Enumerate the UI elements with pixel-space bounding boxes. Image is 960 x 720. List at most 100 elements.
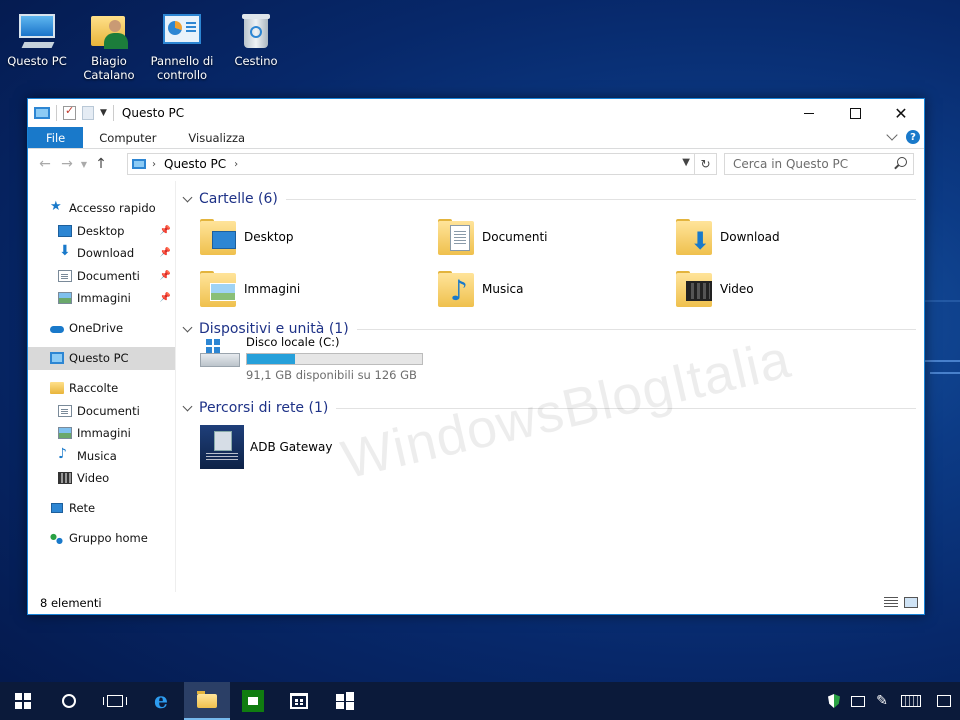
windows-app-button[interactable] bbox=[322, 682, 368, 720]
tab-view[interactable]: Visualizza bbox=[172, 127, 261, 148]
store-app-button[interactable] bbox=[230, 682, 276, 720]
sidebar-item-network[interactable]: Rete bbox=[28, 497, 175, 520]
music-folder-icon: ♪ bbox=[436, 269, 478, 309]
pin-icon[interactable]: 📌 bbox=[160, 226, 171, 236]
large-icons-view-icon[interactable] bbox=[904, 597, 918, 608]
details-view-icon[interactable] bbox=[884, 597, 898, 608]
properties-icon[interactable] bbox=[63, 104, 76, 120]
content-pane: Cartelle (6) Desktop Documenti ⬇ Downloa… bbox=[176, 181, 924, 592]
collapse-group-icon[interactable] bbox=[182, 322, 193, 332]
explorer-body: Accesso rapido Desktop 📌 Download 📌 Docu… bbox=[28, 181, 924, 592]
collapse-group-icon[interactable] bbox=[182, 192, 193, 202]
quick-access-toolbar: ▼ bbox=[28, 104, 114, 121]
sidebar-item-lib-documents[interactable]: Documenti bbox=[28, 400, 175, 423]
keyboard-tray-button[interactable] bbox=[894, 682, 928, 720]
breadcrumb-separator-icon[interactable]: › bbox=[152, 159, 156, 170]
group-header-network[interactable]: Percorsi di rete (1) bbox=[182, 400, 916, 416]
pen-tray-button[interactable]: ✎ bbox=[870, 682, 894, 720]
pin-icon[interactable]: 📌 bbox=[160, 293, 171, 303]
pictures-icon bbox=[58, 292, 72, 305]
network-tray-button[interactable] bbox=[846, 682, 870, 720]
drive-tile-c[interactable]: Disco locale (C:) 91,1 GB disponibili su… bbox=[198, 335, 423, 382]
recent-locations-dropdown-icon[interactable]: ▼ bbox=[78, 160, 90, 169]
start-button[interactable] bbox=[0, 682, 46, 720]
pin-icon[interactable]: 📌 bbox=[160, 271, 171, 281]
cortana-button[interactable] bbox=[46, 682, 92, 720]
computer-icon bbox=[50, 352, 64, 365]
desktop-icon-recycle-bin[interactable]: Cestino bbox=[219, 8, 293, 68]
breadcrumb-this-pc[interactable]: Questo PC bbox=[164, 157, 226, 171]
tab-computer[interactable]: Computer bbox=[83, 127, 172, 148]
group-header-folders[interactable]: Cartelle (6) bbox=[182, 191, 916, 207]
close-button[interactable]: ✕ bbox=[878, 99, 924, 127]
sidebar-item-this-pc[interactable]: Questo PC bbox=[28, 347, 175, 370]
start-icon bbox=[15, 693, 31, 709]
action-center-button[interactable] bbox=[928, 682, 960, 720]
defender-tray-button[interactable] bbox=[822, 682, 846, 720]
edge-icon: e bbox=[154, 688, 168, 714]
window-title: Questo PC bbox=[121, 106, 185, 120]
breadcrumb-separator-icon[interactable]: › bbox=[234, 159, 238, 170]
help-icon[interactable]: ? bbox=[906, 130, 920, 144]
desktop-icon-label: Biagio Catalano bbox=[83, 54, 135, 82]
group-divider bbox=[336, 407, 916, 409]
folder-tile-pictures[interactable]: Immagini bbox=[198, 269, 300, 309]
network-location-tile[interactable]: ADB Gateway bbox=[200, 425, 333, 469]
sidebar-item-onedrive[interactable]: OneDrive bbox=[28, 317, 175, 340]
pin-icon[interactable]: 📌 bbox=[160, 248, 171, 258]
file-explorer-button[interactable] bbox=[184, 682, 230, 720]
desktop-icon-this-pc[interactable]: Questo PC bbox=[0, 8, 74, 68]
expand-ribbon-icon[interactable] bbox=[886, 129, 898, 141]
desktop-light-beam bbox=[920, 360, 960, 362]
refresh-button[interactable]: ↻ bbox=[694, 154, 716, 174]
maximize-button[interactable] bbox=[832, 99, 878, 127]
back-button[interactable]: ← bbox=[34, 156, 56, 172]
address-history-dropdown-icon[interactable]: ▼ bbox=[682, 157, 690, 168]
edge-button[interactable]: e bbox=[138, 682, 184, 720]
up-button[interactable]: ↑ bbox=[90, 156, 112, 172]
sidebar-item-pictures[interactable]: Immagini 📌 bbox=[28, 287, 175, 310]
sidebar-item-lib-video[interactable]: Video bbox=[28, 467, 175, 490]
collapse-group-icon[interactable] bbox=[182, 401, 193, 411]
homegroup-icon bbox=[50, 532, 64, 545]
folder-tile-download[interactable]: ⬇ Download bbox=[674, 217, 780, 257]
desktop-icon-control-panel[interactable]: Pannello di controllo bbox=[145, 8, 219, 82]
folder-tile-documents[interactable]: Documenti bbox=[436, 217, 548, 257]
search-icon bbox=[897, 157, 907, 167]
folder-tile-label: Documenti bbox=[482, 230, 548, 244]
sidebar-item-desktop[interactable]: Desktop 📌 bbox=[28, 220, 175, 243]
folder-tile-desktop[interactable]: Desktop bbox=[198, 217, 294, 257]
desktop-icon-user-folder[interactable]: Biagio Catalano bbox=[72, 8, 146, 82]
search-input[interactable]: Cerca in Questo PC bbox=[724, 153, 914, 175]
store-button[interactable] bbox=[276, 682, 322, 720]
sidebar-item-documents[interactable]: Documenti 📌 bbox=[28, 265, 175, 288]
forward-button[interactable]: → bbox=[56, 156, 78, 172]
folder-tile-video[interactable]: Video bbox=[674, 269, 754, 309]
navigation-bar: ← → ▼ ↑ › Questo PC › ▼ ↻ Cerca in Quest… bbox=[28, 149, 924, 179]
customize-toolbar-dropdown-icon[interactable]: ▼ bbox=[100, 108, 107, 118]
drive-usage-bar bbox=[246, 353, 423, 365]
pictures-folder-icon bbox=[198, 269, 240, 309]
keyboard-icon bbox=[901, 695, 921, 707]
store-bag-icon bbox=[290, 693, 308, 709]
new-folder-icon[interactable] bbox=[82, 106, 94, 120]
task-view-button[interactable] bbox=[92, 682, 138, 720]
sidebar-item-homegroup[interactable]: Gruppo home bbox=[28, 527, 175, 550]
computer-icon bbox=[17, 10, 57, 50]
drive-usage-fill bbox=[247, 354, 296, 364]
sidebar-item-lib-music[interactable]: Musica bbox=[28, 445, 175, 468]
address-bar[interactable]: › Questo PC › ▼ ↻ bbox=[127, 153, 717, 175]
sidebar-item-label: Gruppo home bbox=[69, 531, 148, 546]
tab-file[interactable]: File bbox=[28, 127, 84, 148]
minimize-button[interactable] bbox=[786, 99, 832, 127]
sidebar-item-libraries[interactable]: Raccolte bbox=[28, 377, 175, 400]
desktop-icon-label: Pannello di controllo bbox=[150, 54, 214, 82]
pen-icon: ✎ bbox=[876, 693, 888, 709]
folder-tile-music[interactable]: ♪ Musica bbox=[436, 269, 524, 309]
sidebar-item-download[interactable]: Download 📌 bbox=[28, 242, 175, 265]
sidebar-item-quick-access[interactable]: Accesso rapido bbox=[28, 197, 175, 220]
group-header-label: Cartelle (6) bbox=[199, 191, 278, 207]
music-icon bbox=[58, 446, 72, 462]
title-bar[interactable]: ▼ Questo PC ✕ bbox=[28, 99, 924, 127]
sidebar-item-lib-pictures[interactable]: Immagini bbox=[28, 422, 175, 445]
